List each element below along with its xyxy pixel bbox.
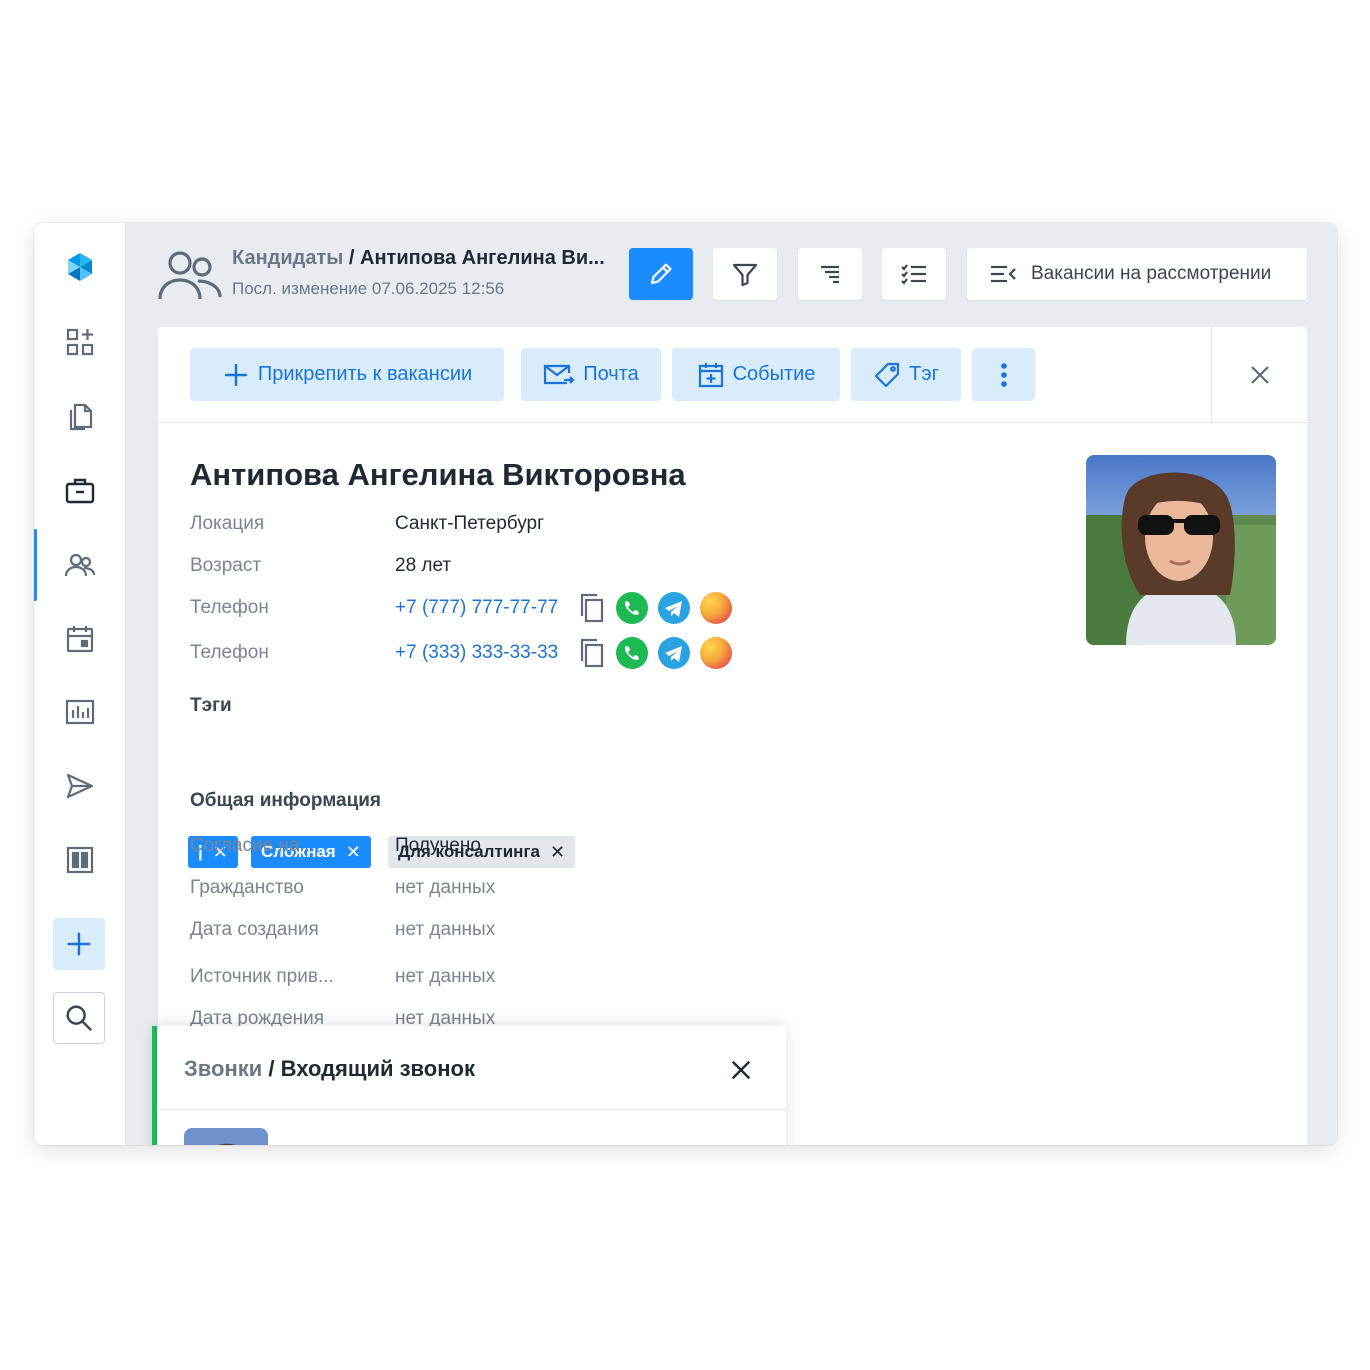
widgets-icon[interactable]: [54, 316, 106, 368]
sort-button[interactable]: [798, 248, 862, 300]
consent-value: Получено: [395, 835, 481, 856]
filter-icon: [732, 263, 758, 287]
created-date-label: Дата создания: [190, 919, 319, 940]
whatsapp-icon[interactable]: [616, 592, 648, 624]
vacancies-icon[interactable]: [54, 465, 106, 517]
citizenship-value: нет данных: [395, 877, 496, 898]
checklist-icon: [901, 264, 926, 285]
documents-icon[interactable]: [54, 391, 106, 443]
copy-icon[interactable]: [576, 592, 608, 624]
attach-to-vacancy-label: Прикрепить к вакансии: [257, 363, 473, 385]
list-collapse-icon: [991, 265, 1016, 283]
board-icon[interactable]: [54, 834, 106, 886]
location-value: Санкт-Петербург: [395, 513, 545, 534]
remove-tag-icon[interactable]: ✕: [550, 842, 565, 863]
tag-label: Тэг: [909, 363, 939, 385]
candidates-icon[interactable]: [54, 539, 106, 591]
caller-avatar: [184, 1128, 268, 1145]
close-card-button[interactable]: [1211, 327, 1307, 423]
search-icon: [66, 1005, 93, 1032]
event-button[interactable]: Событие: [672, 348, 840, 401]
source-value: нет данных: [395, 966, 496, 987]
phone-label-2: Телефон: [190, 642, 269, 663]
calendar-add-icon: [698, 362, 723, 387]
messenger-icon[interactable]: [700, 637, 732, 669]
phone-link-2[interactable]: +7 (333) 333-33-33: [395, 642, 558, 664]
copy-icon[interactable]: [576, 637, 608, 669]
checklist-button[interactable]: [882, 248, 946, 300]
tags-title: Тэги: [190, 695, 232, 716]
breadcrumb: Кандидаты / Антипова Ангелина Ви...: [232, 247, 605, 270]
filter-button[interactable]: [713, 248, 777, 300]
close-call-button[interactable]: [723, 1052, 759, 1088]
sidebar: [34, 223, 126, 1145]
phone-link-1[interactable]: +7 (777) 777-77-77: [395, 597, 558, 619]
telegram-icon[interactable]: [658, 592, 690, 624]
add-button[interactable]: [53, 918, 105, 970]
location-label: Локация: [190, 513, 265, 534]
send-icon[interactable]: [54, 760, 106, 812]
candidate-card: Прикрепить к вакансии Почта Событие Тэг: [158, 327, 1307, 1145]
candidates-header-icon: [158, 251, 222, 300]
phone-label-1: Телефон: [190, 597, 269, 618]
divider: [157, 1109, 786, 1110]
breadcrumb-separator: /: [348, 247, 355, 269]
mail-label: Почта: [583, 363, 639, 385]
whatsapp-icon[interactable]: [616, 637, 648, 669]
candidate-photo[interactable]: [1086, 455, 1276, 645]
call-breadcrumb-parent[interactable]: Звонки: [184, 1056, 262, 1081]
breadcrumb-current: Антипова Ангелина Ви...: [360, 247, 605, 269]
vacancies-under-review-button[interactable]: Вакансии на рассмотрении: [967, 248, 1307, 300]
call-breadcrumb: Звонки / Входящий звонок: [184, 1056, 475, 1082]
call-breadcrumb-current: Входящий звонок: [280, 1056, 475, 1081]
search-button[interactable]: [53, 992, 105, 1044]
more-vertical-icon: [1000, 362, 1007, 387]
breadcrumb-parent[interactable]: Кандидаты: [232, 247, 343, 269]
pencil-icon: [650, 263, 672, 285]
call-breadcrumb-separator: /: [268, 1056, 275, 1081]
tag-icon: [875, 362, 900, 387]
more-button[interactable]: [972, 348, 1035, 401]
incoming-call-panel: Звонки / Входящий звонок: [152, 1026, 786, 1145]
edit-button[interactable]: [629, 248, 693, 300]
sort-icon: [821, 265, 839, 284]
plus-icon: [224, 363, 247, 386]
messenger-icon[interactable]: [700, 592, 732, 624]
general-info-title: Общая информация: [190, 790, 382, 811]
consent-label: Согласие на...: [190, 835, 316, 856]
app-window: Кандидаты / Антипова Ангелина Ви... Посл…: [34, 223, 1337, 1145]
active-indicator: [34, 529, 37, 601]
citizenship-label: Гражданство: [190, 877, 304, 898]
mail-button[interactable]: Почта: [521, 348, 661, 401]
event-label: Событие: [732, 363, 816, 385]
remove-tag-icon[interactable]: ✕: [346, 842, 361, 863]
mail-icon: [544, 364, 575, 384]
calendar-icon[interactable]: [54, 613, 106, 665]
age-label: Возраст: [190, 555, 262, 576]
tag-button[interactable]: Тэг: [851, 348, 961, 401]
logo-icon[interactable]: [54, 241, 106, 293]
age-value: 28 лет: [395, 555, 452, 576]
reports-icon[interactable]: [54, 686, 106, 738]
telegram-icon[interactable]: [658, 637, 690, 669]
created-date-value: нет данных: [395, 919, 496, 940]
card-toolbar: Прикрепить к вакансии Почта Событие Тэг: [158, 327, 1307, 423]
vacancies-under-review-label: Вакансии на рассмотрении: [1031, 263, 1272, 284]
close-icon: [1250, 366, 1269, 384]
candidate-name: Антипова Ангелина Викторовна: [190, 457, 686, 492]
plus-icon: [67, 932, 91, 956]
close-icon: [731, 1060, 751, 1080]
last-modified: Посл. изменение 07.06.2025 12:56: [232, 279, 505, 298]
source-label: Источник прив...: [190, 966, 334, 987]
attach-to-vacancy-button[interactable]: Прикрепить к вакансии: [190, 348, 504, 401]
